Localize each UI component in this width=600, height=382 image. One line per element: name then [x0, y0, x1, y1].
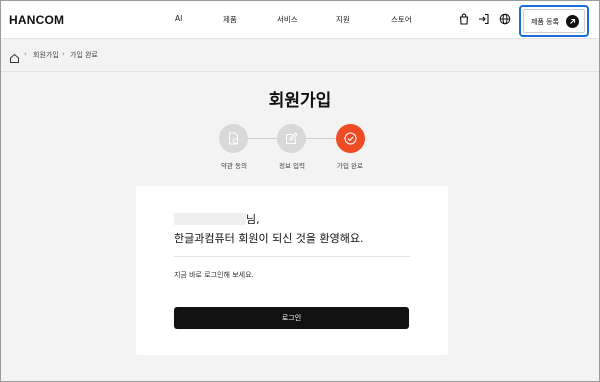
page-title: 회원가입: [268, 91, 332, 111]
greeting-suffix: 님,: [246, 213, 260, 226]
step-complete: [336, 124, 365, 153]
welcome-message: 한글과컴퓨터 회원이 되신 것을 환영해요.: [174, 232, 364, 245]
signup-complete-card: 님, 한글과컴퓨터 회원이 되신 것을 환영해요. 지금 바로 로그인해 보세요…: [136, 186, 448, 355]
check-icon: [344, 132, 357, 145]
breadcrumb-divider: [1, 71, 599, 72]
login-hint: 지금 바로 로그인해 보세요.: [174, 271, 254, 279]
shopping-bag-icon[interactable]: [458, 13, 470, 25]
product-register-label: 제품 등록: [531, 18, 559, 26]
product-register-button[interactable]: 제품 등록: [523, 9, 585, 33]
document-check-icon: [228, 132, 239, 145]
login-button[interactable]: 로그인: [174, 307, 409, 329]
home-icon[interactable]: [9, 49, 20, 68]
step-label-agreement: 약관 동의: [221, 162, 247, 170]
arrow-up-right-icon: [566, 15, 579, 28]
nav-item-ai[interactable]: AI: [175, 14, 182, 23]
nav-item-products[interactable]: 제품: [223, 14, 237, 25]
nav-item-services[interactable]: 서비스: [277, 14, 298, 25]
step-agreement: [219, 124, 248, 153]
breadcrumb-item-signup[interactable]: 회원가입: [33, 50, 59, 60]
nav-item-store[interactable]: 스토어: [391, 14, 412, 25]
breadcrumb-item-complete: 가입 완료: [70, 51, 98, 59]
step-connector: [306, 138, 336, 139]
redacted-username: [174, 213, 246, 225]
login-icon[interactable]: [478, 13, 490, 25]
login-button-label: 로그인: [281, 314, 302, 322]
step-info-input: [277, 124, 306, 153]
nav-item-support[interactable]: 지원: [336, 14, 350, 25]
hancom-logo[interactable]: HANCOM: [9, 13, 64, 27]
globe-icon[interactable]: [499, 13, 511, 25]
site-header: HANCOM AI 제품 서비스 지원 스토어 제품 등록: [1, 1, 599, 39]
chevron-right-icon: ›: [62, 50, 65, 58]
chevron-right-icon: ›: [24, 50, 27, 58]
step-label-info-input: 정보 입력: [279, 162, 305, 170]
card-divider: [174, 256, 410, 257]
edit-icon: [285, 132, 298, 145]
step-connector: [248, 138, 277, 139]
step-label-complete: 가입 완료: [337, 162, 363, 170]
